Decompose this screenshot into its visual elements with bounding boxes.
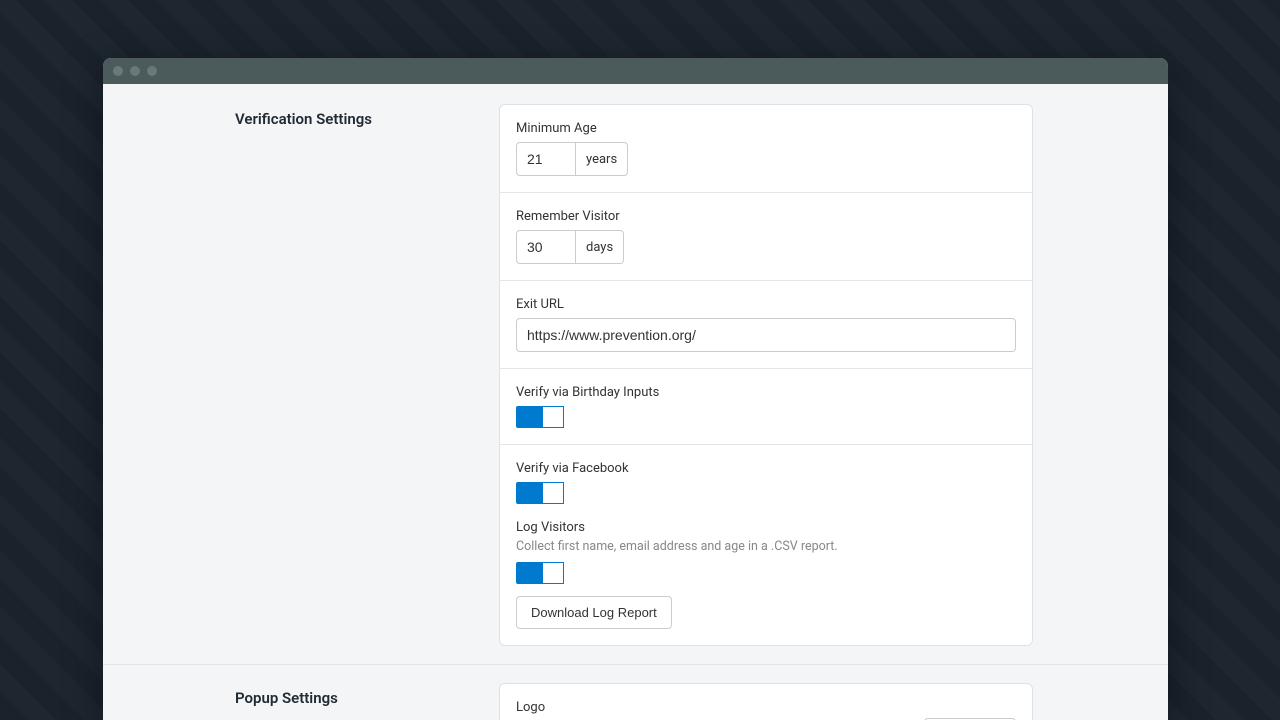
facebook-log-row: Verify via Facebook Log Visitors Collect…: [500, 445, 1032, 645]
verification-card: Minimum Age years Remember Visitor days: [499, 104, 1033, 646]
verification-card-wrap: Minimum Age years Remember Visitor days: [499, 104, 1033, 664]
app-window: Verification Settings Minimum Age years …: [103, 58, 1168, 720]
content-area: Verification Settings Minimum Age years …: [103, 84, 1168, 720]
remember-group: days: [516, 230, 1016, 264]
log-help: Collect first name, email address and ag…: [516, 539, 1016, 554]
minimize-window-icon[interactable]: [130, 66, 140, 76]
logo-row: Logo MISSION PIPE CIGAR SH✹P Delete File: [500, 684, 1032, 720]
remember-label: Remember Visitor: [516, 209, 1016, 224]
birthday-row: Verify via Birthday Inputs: [500, 369, 1032, 445]
download-log-button[interactable]: Download Log Report: [516, 596, 672, 629]
verification-title: Verification Settings: [235, 110, 499, 128]
exit-url-input[interactable]: [516, 318, 1016, 352]
remember-unit: days: [576, 230, 624, 264]
min-age-unit: years: [576, 142, 628, 176]
popup-card-wrap: Logo MISSION PIPE CIGAR SH✹P Delete File: [499, 683, 1033, 720]
facebook-toggle[interactable]: [516, 482, 564, 504]
logo-area: Logo MISSION PIPE CIGAR SH✹P: [516, 700, 756, 720]
window-titlebar: [103, 58, 1168, 84]
min-age-row: Minimum Age years: [500, 105, 1032, 193]
birthday-label: Verify via Birthday Inputs: [516, 385, 1016, 400]
birthday-toggle[interactable]: [516, 406, 564, 428]
remember-row: Remember Visitor days: [500, 193, 1032, 281]
remember-input[interactable]: [516, 230, 576, 264]
facebook-label: Verify via Facebook: [516, 461, 1016, 476]
min-age-input[interactable]: [516, 142, 576, 176]
min-age-label: Minimum Age: [516, 121, 1016, 136]
popup-title: Popup Settings: [235, 689, 499, 707]
exit-url-row: Exit URL: [500, 281, 1032, 369]
maximize-window-icon[interactable]: [147, 66, 157, 76]
exit-url-label: Exit URL: [516, 297, 1016, 312]
section-heading-wrap: Verification Settings: [119, 104, 499, 664]
popup-card: Logo MISSION PIPE CIGAR SH✹P Delete File: [499, 683, 1033, 720]
log-toggle[interactable]: [516, 562, 564, 584]
popup-section: Popup Settings Logo MISSION PIPE CIGAR S…: [103, 665, 1168, 720]
log-subfield: Log Visitors Collect first name, email a…: [516, 520, 1016, 629]
verification-section: Verification Settings Minimum Age years …: [103, 104, 1168, 665]
log-label: Log Visitors: [516, 520, 1016, 535]
min-age-group: years: [516, 142, 1016, 176]
logo-label: Logo: [516, 700, 756, 715]
popup-heading-wrap: Popup Settings: [119, 683, 499, 720]
close-window-icon[interactable]: [113, 66, 123, 76]
